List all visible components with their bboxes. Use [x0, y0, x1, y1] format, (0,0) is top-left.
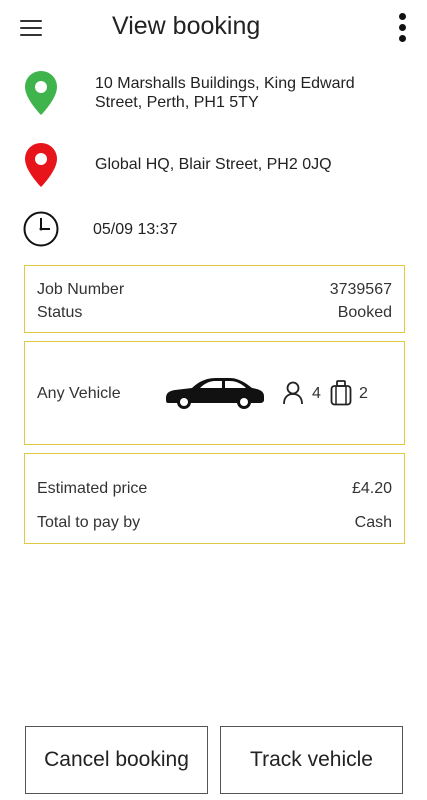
more-vertical-icon: [399, 13, 406, 20]
pickup-address: 10 Marshalls Buildings, King Edward Stre…: [95, 75, 355, 111]
cancel-booking-button[interactable]: Cancel booking: [25, 726, 208, 794]
dropoff-map-pin-icon: [25, 143, 57, 187]
luggage-icon: [330, 380, 352, 406]
status-value: Booked: [337, 304, 392, 321]
status-label: Status: [37, 304, 83, 321]
more-options-button[interactable]: [393, 12, 413, 44]
vehicle-type: Any Vehicle: [37, 385, 121, 402]
dropoff-address: Global HQ, Blair Street, PH2 0JQ: [95, 156, 332, 173]
job-details-card: Job Number 3739567 Status Booked: [24, 265, 405, 333]
price-card: Estimated price £4.20 Total to pay by Ca…: [24, 453, 405, 544]
car-icon: [166, 378, 264, 409]
hamburger-menu-icon: [20, 20, 42, 22]
menu-button[interactable]: [18, 14, 46, 42]
luggage-count: 2: [359, 385, 368, 402]
page-title: View booking: [112, 12, 261, 40]
job-number-value: 3739567: [329, 281, 392, 298]
clock-icon: [23, 211, 59, 247]
track-vehicle-button[interactable]: Track vehicle: [220, 726, 403, 794]
payment-method-value: Cash: [354, 514, 392, 531]
booking-time: 05/09 13:37: [93, 221, 178, 238]
vehicle-card: Any Vehicle 4 2: [24, 341, 405, 445]
estimated-price-value: £4.20: [351, 480, 392, 497]
payment-method-label: Total to pay by: [37, 514, 141, 531]
person-icon: [283, 381, 303, 405]
app-header: View booking: [0, 0, 427, 58]
job-number-label: Job Number: [37, 281, 125, 298]
passenger-count: 4: [312, 385, 321, 402]
estimated-price-label: Estimated price: [37, 480, 148, 497]
pickup-map-pin-icon: [25, 71, 57, 115]
